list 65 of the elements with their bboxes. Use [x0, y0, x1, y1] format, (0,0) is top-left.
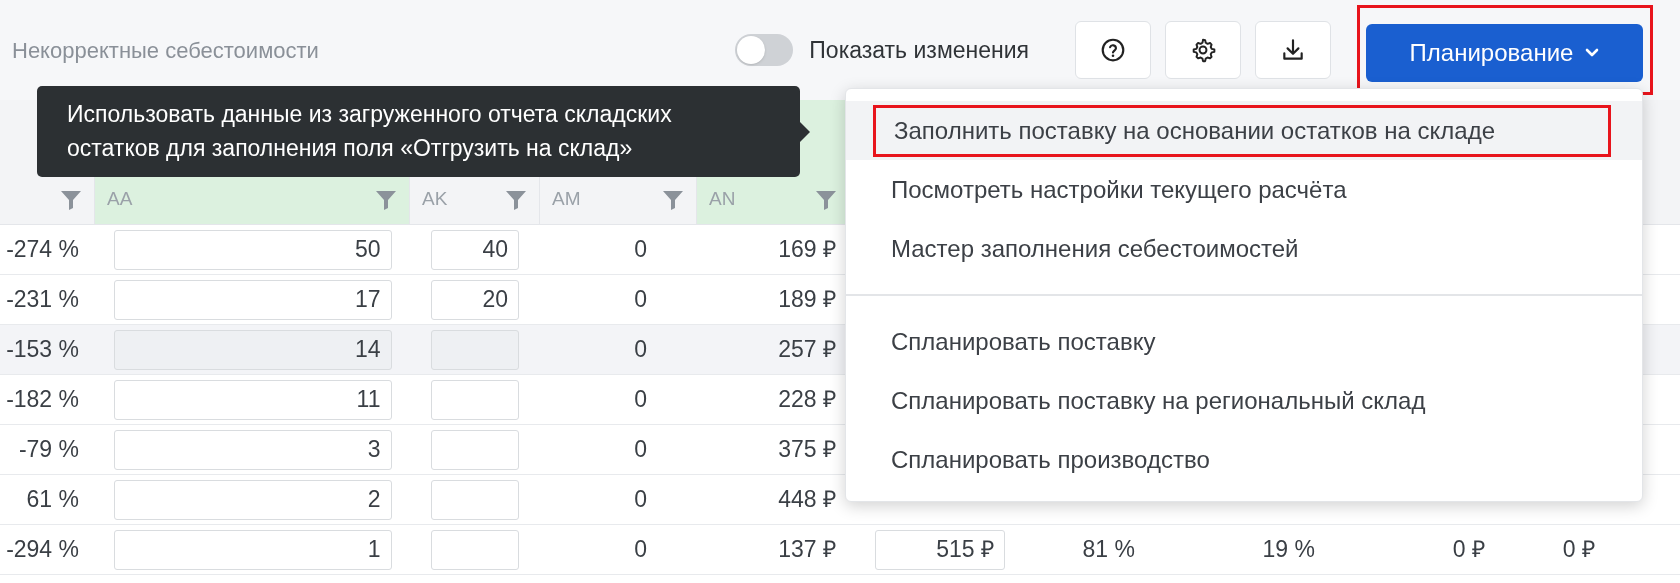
quantity-field[interactable]: 40: [431, 229, 519, 270]
quantity-field[interactable]: [431, 429, 519, 470]
margin-cell-text: 61 %: [26, 485, 79, 515]
margin-cell-text: -153 %: [6, 335, 79, 365]
tooltip-text: Использовать данные из загруженного отчета складских остатков для заполнения поля «Отгрузить на склад»: [67, 100, 673, 163]
column-code: AM: [552, 187, 581, 212]
filter-icon[interactable]: [505, 188, 527, 211]
margin-cell-text: -182 %: [6, 385, 79, 415]
price-cell-text: 169 ₽: [778, 235, 836, 265]
column-code: AA: [107, 187, 133, 212]
toggle-switch[interactable]: [735, 34, 794, 66]
quantity-field[interactable]: 11: [113, 379, 392, 420]
quantity-field[interactable]: 20: [431, 279, 519, 320]
quantity-field[interactable]: 50: [113, 229, 392, 270]
filter-icon[interactable]: [60, 188, 82, 211]
planning-button[interactable]: Планирование: [1366, 24, 1643, 82]
filter-icon[interactable]: [815, 188, 837, 211]
price-cell-text: 189 ₽: [778, 285, 836, 315]
warning-label: Некорректные себестоимости: [12, 36, 319, 65]
margin-cell-text: -274 %: [6, 235, 79, 265]
quantity-field[interactable]: 1: [113, 529, 392, 570]
supplied-cell-text: 0: [634, 385, 647, 415]
value-cell-text: 0 ₽: [1562, 535, 1595, 565]
margin-cell-text: -294 %: [6, 535, 79, 565]
column-code: AN: [709, 187, 736, 212]
supplied-cell-text: 0: [634, 235, 647, 265]
supplied-cell-text: 0: [634, 485, 647, 515]
quantity-field[interactable]: [431, 329, 519, 370]
download-button[interactable]: [1255, 21, 1331, 79]
supplied-cell-text: 0: [634, 335, 647, 365]
settings-button[interactable]: [1165, 21, 1241, 79]
quantity-field[interactable]: [431, 379, 519, 420]
quantity-field[interactable]: 17: [113, 279, 392, 320]
supplied-cell-text: 0: [634, 435, 647, 465]
price-cell-text: 448 ₽: [778, 485, 836, 515]
settings-icon: [1190, 37, 1216, 63]
margin-cell-text: -79 %: [18, 435, 79, 465]
column-code: AK: [422, 187, 448, 212]
price-cell-text: 375 ₽: [778, 435, 836, 465]
toggle-label: Показать изменения: [809, 35, 1029, 65]
menu-item[interactable]: Мастер заполнения себестоимостей: [873, 222, 1317, 275]
help-icon: [1100, 37, 1126, 63]
margin-cell-text: -231 %: [6, 285, 79, 315]
supplied-cell-text: 0: [634, 535, 647, 565]
price-cell-text: 257 ₽: [778, 335, 836, 365]
supplied-cell-text: 0: [634, 285, 647, 315]
price-field[interactable]: 515 ₽: [875, 529, 1005, 570]
help-button[interactable]: [1075, 21, 1151, 79]
value-cell-text: 0 ₽: [1452, 535, 1485, 565]
menu-item[interactable]: Заполнить поставку на основании остатков на складе: [873, 104, 1611, 157]
filter-icon[interactable]: [662, 188, 684, 211]
quantity-field[interactable]: [431, 479, 519, 520]
menu-item[interactable]: Посмотреть настройки текущего расчёта: [873, 163, 1365, 216]
quantity-field[interactable]: 14: [113, 329, 392, 370]
chevron-icon: [1585, 48, 1600, 58]
quantity-field[interactable]: [431, 529, 519, 570]
price-cell-text: 137 ₽: [778, 535, 836, 565]
quantity-field[interactable]: 3: [113, 429, 392, 470]
menu-item[interactable]: Спланировать поставку на региональный склад: [873, 374, 1444, 427]
price-cell-text: 228 ₽: [778, 385, 836, 415]
download-icon: [1280, 37, 1306, 63]
value-cell-text: 19 %: [1262, 535, 1315, 565]
filter-icon[interactable]: [375, 188, 397, 211]
value-cell-text: 81 %: [1082, 535, 1135, 565]
quantity-field[interactable]: 2: [113, 479, 392, 520]
